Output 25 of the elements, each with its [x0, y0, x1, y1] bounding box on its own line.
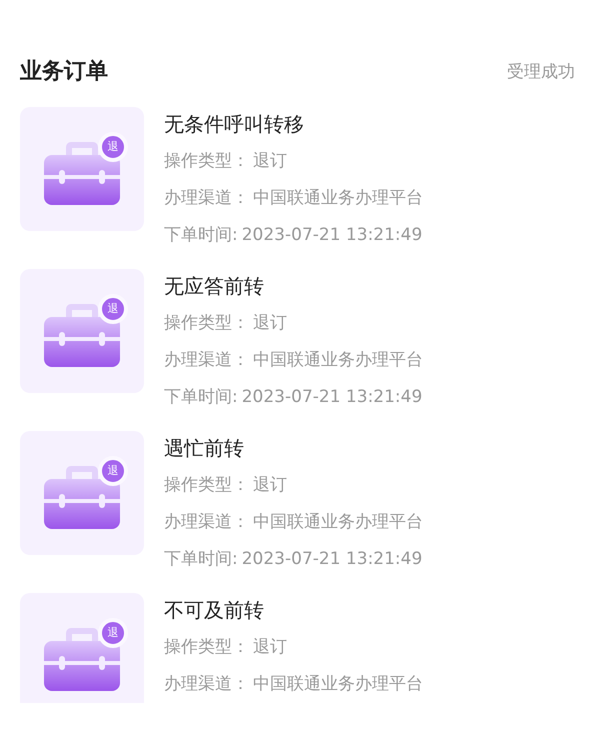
briefcase-icon	[42, 627, 122, 693]
order-detail: 下单时间: 2023-07-21 13:21:49	[164, 224, 423, 247]
badge: 退	[98, 456, 128, 486]
order-detail: 操作类型： 退订	[164, 636, 288, 659]
order-title: 不可及前转	[164, 598, 265, 623]
order-detail: 下单时间: 2023-07-21 13:21:49	[164, 386, 423, 409]
order-detail: 办理渠道： 中国联通业务办理平台	[164, 187, 423, 210]
briefcase-icon	[42, 303, 122, 369]
order-title: 遇忙前转	[164, 436, 245, 461]
briefcase-icon	[42, 141, 122, 207]
order-detail: 办理渠道： 中国联通业务办理平台	[164, 349, 423, 372]
status-text: 受理成功	[507, 60, 575, 82]
order-title: 无应答前转	[164, 274, 265, 299]
badge: 退	[98, 294, 128, 324]
badge: 退	[98, 132, 128, 162]
order-title: 无条件呼叫转移	[164, 112, 305, 137]
order-detail: 下单时间: 2023-07-21 13:21:49	[164, 548, 423, 571]
briefcase-icon	[42, 465, 122, 531]
order-detail: 办理渠道： 中国联通业务办理平台	[164, 673, 423, 696]
order-detail: 操作类型： 退订	[164, 474, 288, 497]
order-detail: 办理渠道： 中国联通业务办理平台	[164, 511, 423, 534]
badge: 退	[98, 618, 128, 648]
order-detail: 操作类型： 退订	[164, 150, 288, 173]
order-detail: 操作类型： 退订	[164, 312, 288, 335]
section-title: 业务订单	[20, 58, 108, 86]
